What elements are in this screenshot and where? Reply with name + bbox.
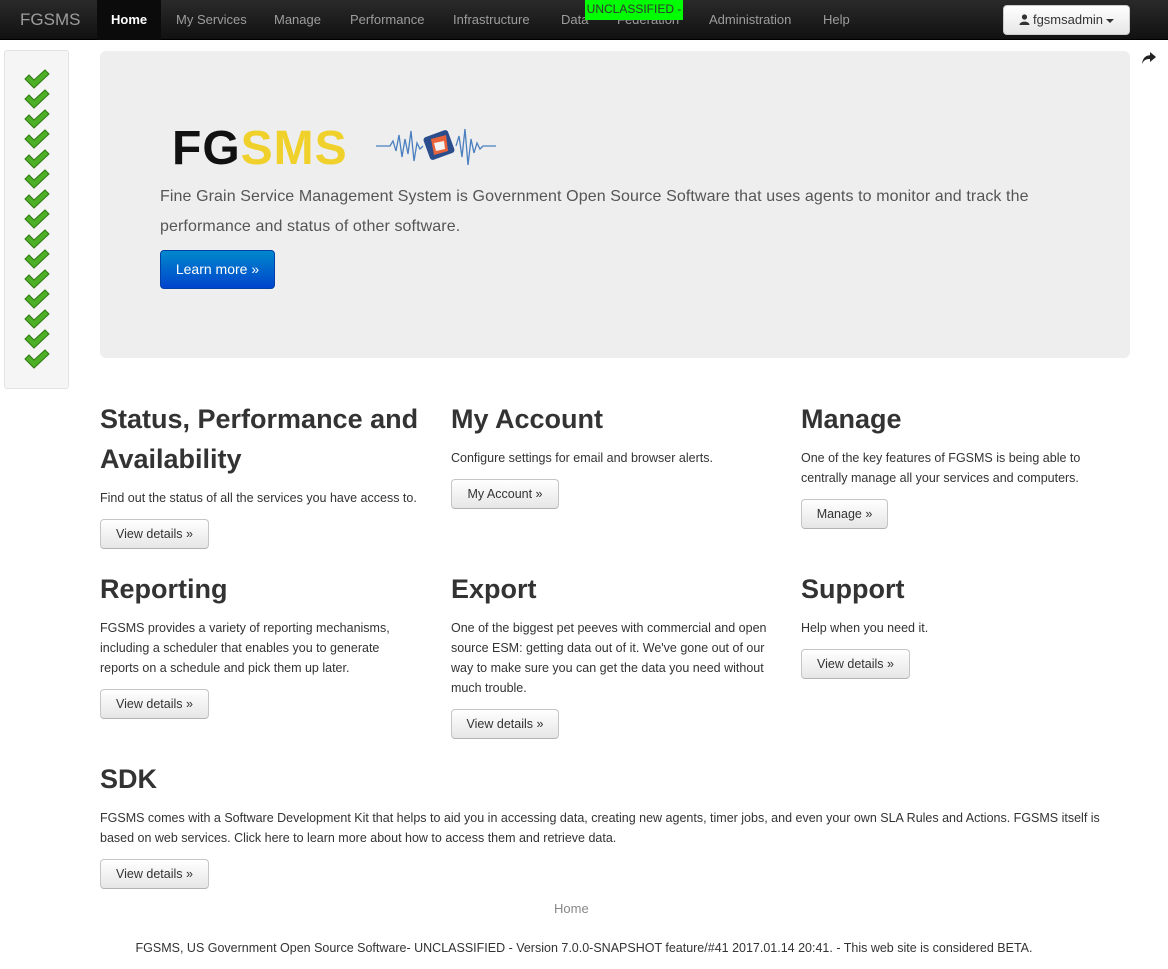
service-status-panel — [4, 50, 69, 389]
nav-manage[interactable]: Manage — [274, 0, 321, 40]
footer-home-link[interactable]: Home — [554, 901, 589, 916]
nav-my-services[interactable]: My Services — [176, 0, 247, 40]
section-desc-sdk: FGSMS comes with a Software Development … — [100, 811, 1100, 845]
section-title-support: Support — [801, 574, 905, 604]
sdk-view-details-button[interactable]: View details » — [100, 859, 209, 889]
nav-performance[interactable]: Performance — [350, 0, 424, 40]
section-desc-manage: One of the key features of FGSMS is bein… — [801, 451, 1081, 485]
status-view-details-button[interactable]: View details » — [100, 519, 209, 549]
check-icon[interactable] — [24, 349, 50, 369]
support-view-details-button[interactable]: View details » — [801, 649, 910, 679]
check-icon[interactable] — [24, 309, 50, 329]
export-view-details-button[interactable]: View details » — [451, 709, 559, 739]
check-icon[interactable] — [24, 189, 50, 209]
check-icon[interactable] — [24, 329, 50, 349]
check-icon[interactable] — [24, 109, 50, 129]
check-icon[interactable] — [24, 89, 50, 109]
section-desc-support: Help when you need it. — [801, 621, 929, 635]
check-icon[interactable] — [24, 229, 50, 249]
user-icon — [1019, 14, 1030, 25]
check-icon[interactable] — [24, 209, 50, 229]
footer-version-text: FGSMS, US Government Open Source Softwar… — [135, 941, 1033, 955]
user-menu-label: fgsmsadmin — [1032, 12, 1104, 27]
share-icon[interactable] — [1142, 52, 1156, 64]
fgsms-logo: FGSMS — [172, 122, 348, 175]
section-title-manage: Manage — [801, 404, 902, 434]
check-icon[interactable] — [24, 149, 50, 169]
user-menu-button[interactable]: fgsmsadmin — [1003, 5, 1130, 35]
brand-link[interactable]: FGSMS — [20, 10, 80, 30]
hero-unit: FGSMS Fine Grain Service Management Syst… — [100, 51, 1130, 358]
nav-administration[interactable]: Administration — [709, 0, 791, 40]
my-account-button[interactable]: My Account » — [451, 479, 559, 509]
section-title-status: Status, Performance and Availability — [100, 404, 419, 474]
section-title-sdk: SDK — [100, 764, 158, 794]
learn-more-button[interactable]: Learn more » — [160, 250, 275, 289]
section-desc-reporting: FGSMS provides a variety of reporting me… — [100, 621, 390, 675]
check-icon[interactable] — [24, 129, 50, 149]
nav-infrastructure[interactable]: Infrastructure — [453, 0, 530, 40]
classification-banner: UNCLASSIFIED - — [585, 0, 683, 20]
check-icon[interactable] — [24, 289, 50, 309]
section-title-export: Export — [451, 574, 537, 604]
section-desc-status: Find out the status of all the services … — [100, 491, 417, 505]
check-icon[interactable] — [24, 249, 50, 269]
nav-home[interactable]: Home — [97, 0, 162, 40]
section-desc-my-account: Configure settings for email and browser… — [451, 451, 713, 465]
chevron-down-icon — [1106, 18, 1115, 23]
section-desc-export: One of the biggest pet peeves with comme… — [451, 621, 767, 695]
check-icon[interactable] — [24, 69, 50, 89]
hero-description: Fine Grain Service Management System is … — [160, 188, 1029, 235]
reporting-view-details-button[interactable]: View details » — [100, 689, 209, 719]
section-title-reporting: Reporting — [100, 574, 228, 604]
check-icon[interactable] — [24, 269, 50, 289]
manage-button[interactable]: Manage » — [801, 499, 888, 529]
check-icon[interactable] — [24, 169, 50, 189]
waveform-logo-icon — [376, 128, 496, 166]
top-navbar: FGSMS Home My Services Manage Performanc… — [0, 0, 1168, 40]
nav-help[interactable]: Help — [823, 0, 850, 40]
section-title-my-account: My Account — [451, 404, 604, 434]
